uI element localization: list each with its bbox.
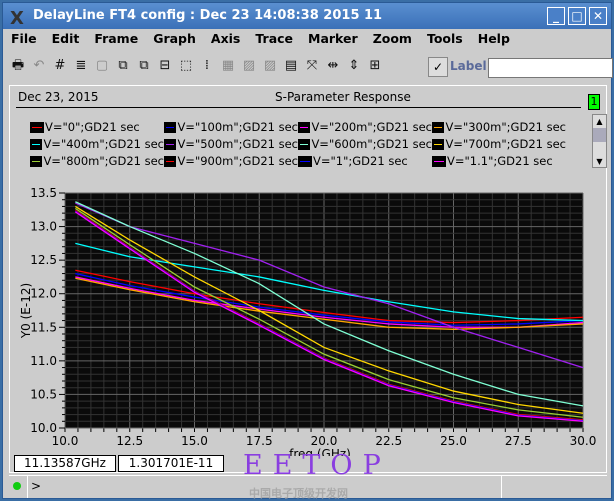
label-checkbox[interactable]: ✓ [428, 57, 448, 77]
menu-edit[interactable]: Edit [44, 29, 87, 49]
x-tick-label: 15.0 [181, 434, 208, 448]
menu-help[interactable]: Help [470, 29, 517, 49]
title-bar: X DelayLine FT4 config : Dec 23 14:08:38… [3, 3, 611, 29]
y-tick-label: 10.5 [30, 387, 57, 401]
x-tick-label: 12.5 [116, 434, 143, 448]
graph-panel: Dec 23, 2015 S-Parameter Response 1 V="0… [9, 85, 607, 473]
label-text: Label [450, 59, 487, 73]
chart[interactable]: 10.0 12.5 15.0 17.5 20.0 22.5 25.0 27.5 30.0 10.0… [10, 86, 608, 456]
app-window: X DelayLine FT4 config : Dec 23 14:08:38… [2, 2, 613, 500]
y-tick-label: 13.0 [30, 220, 57, 234]
menu-frame[interactable]: Frame [86, 29, 145, 49]
lines-icon[interactable]: ≣ [72, 57, 90, 75]
menu-trace[interactable]: Trace [247, 29, 300, 49]
x-tick-label: 22.5 [375, 434, 402, 448]
print-icon[interactable]: 🖶 [9, 57, 27, 75]
x-tick-label: 10.0 [52, 434, 79, 448]
menu-marker[interactable]: Marker [300, 29, 365, 49]
y-tick-label: 12.5 [30, 253, 57, 267]
y-tick-label: 11.0 [30, 354, 57, 368]
zoom-fit-icon[interactable]: ⤧ [303, 57, 321, 75]
maximize-button[interactable]: □ [568, 7, 586, 25]
wave-icon[interactable]: ▨ [240, 57, 258, 75]
y-tick-label: 13.5 [30, 186, 57, 200]
zoom-in-icon[interactable]: ⊞ [366, 57, 384, 75]
y-tick-label: 10.0 [30, 421, 57, 435]
x-tick-label: 30.0 [570, 434, 597, 448]
zoom-x-icon[interactable]: ⇹ [324, 57, 342, 75]
close-button[interactable]: ✕ [589, 7, 607, 25]
cursor-x-readout: 11.13587GHz [14, 455, 116, 472]
toolbar: 🖶 ↶ # ≣ ▢ ⧉ ⧉ ⊟ ⬚ ⁞ ▦ ▨ ▨ ▤ ⤧ ⇹ ⇕ ⊞ [9, 57, 384, 75]
menu-tools[interactable]: Tools [419, 29, 470, 49]
cursor-y-readout: 1.301701E-11 [118, 455, 224, 472]
x-tick-label: 27.5 [505, 434, 532, 448]
grid-icon[interactable]: # [51, 57, 69, 75]
menu-bar: File Edit Frame Graph Axis Trace Marker Zoom Too… [3, 29, 517, 49]
table-icon[interactable]: ▦ [219, 57, 237, 75]
y-tick-label: 11.5 [30, 320, 57, 334]
resize-icon[interactable]: ⬚ [177, 57, 195, 75]
copy-icon[interactable]: ⧉ [135, 57, 153, 75]
menu-zoom[interactable]: Zoom [365, 29, 419, 49]
minimize-button[interactable]: _ [547, 7, 565, 25]
split-icon[interactable]: ⧉ [114, 57, 132, 75]
zoom-y-icon[interactable]: ⇕ [345, 57, 363, 75]
menu-graph[interactable]: Graph [145, 29, 203, 49]
x-tick-label: 25.0 [440, 434, 467, 448]
status-led-icon [13, 482, 21, 490]
legend-icon[interactable]: ⁞ [198, 57, 216, 75]
calculator-icon[interactable]: ▤ [282, 57, 300, 75]
menu-file[interactable]: File [3, 29, 44, 49]
label-input[interactable] [488, 58, 613, 78]
wave2-icon[interactable]: ▨ [261, 57, 279, 75]
watermark-subtitle: 中国电子顶级开发网 [249, 487, 348, 500]
y-tick-label: 12.0 [30, 287, 57, 301]
y-axis-label: Y0 (E-12) [19, 283, 33, 339]
stack-icon[interactable]: ⊟ [156, 57, 174, 75]
frame-icon[interactable]: ▢ [93, 57, 111, 75]
window-title: DelayLine FT4 config : Dec 23 14:08:38 2… [33, 8, 383, 23]
x-tick-label: 17.5 [246, 434, 273, 448]
x-tick-label: 20.0 [311, 434, 338, 448]
command-prompt[interactable]: > [31, 479, 41, 493]
undo-icon[interactable]: ↶ [30, 57, 48, 75]
menu-axis[interactable]: Axis [203, 29, 247, 49]
